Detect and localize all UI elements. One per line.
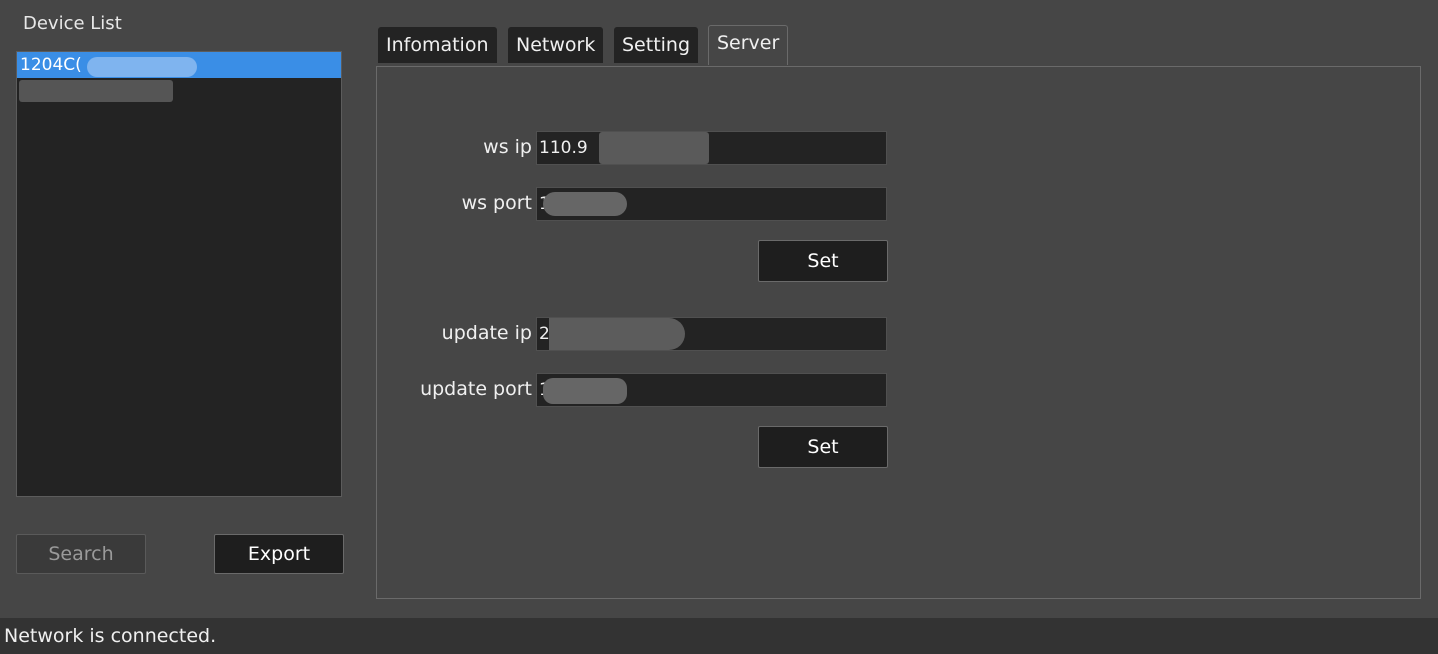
redacted-mask xyxy=(19,80,173,102)
redacted-mask xyxy=(599,132,709,164)
redacted-mask xyxy=(543,192,627,216)
tab-network[interactable]: Network xyxy=(508,27,604,63)
update-ip-input[interactable]: 2 xyxy=(536,317,887,351)
ws-port-input[interactable]: 1 xyxy=(536,187,887,221)
ws-set-button[interactable]: Set xyxy=(758,240,888,282)
redacted-mask xyxy=(543,378,627,404)
tab-server[interactable]: Server xyxy=(708,25,789,65)
status-text: Network is connected. xyxy=(4,625,217,647)
ws-ip-label: ws ip xyxy=(483,136,532,158)
server-panel xyxy=(376,66,1421,599)
app-window: Device List 1204C( Search Export Infomat… xyxy=(0,0,1438,654)
tab-setting[interactable]: Setting xyxy=(614,27,699,63)
redacted-mask xyxy=(87,57,197,77)
search-button[interactable]: Search xyxy=(16,534,146,574)
device-list-item[interactable]: 1204C( xyxy=(17,52,341,78)
update-set-button[interactable]: Set xyxy=(758,426,888,468)
status-bar: Network is connected. xyxy=(0,618,1438,654)
redacted-mask xyxy=(549,318,685,350)
tab-infomation[interactable]: Infomation xyxy=(378,27,497,63)
device-list[interactable]: 1204C( xyxy=(16,51,342,497)
update-port-label: update port xyxy=(420,378,532,400)
ws-ip-input[interactable]: 110.9 xyxy=(536,131,887,165)
device-item-label: 1204C( xyxy=(20,55,82,75)
device-list-title: Device List xyxy=(23,13,122,34)
update-port-input[interactable]: 1 xyxy=(536,373,887,407)
ws-ip-value: 110.9 xyxy=(539,138,588,158)
device-list-item[interactable] xyxy=(17,78,341,104)
export-button[interactable]: Export xyxy=(214,534,344,574)
ws-port-label: ws port xyxy=(461,192,532,214)
update-ip-label: update ip xyxy=(441,322,532,344)
